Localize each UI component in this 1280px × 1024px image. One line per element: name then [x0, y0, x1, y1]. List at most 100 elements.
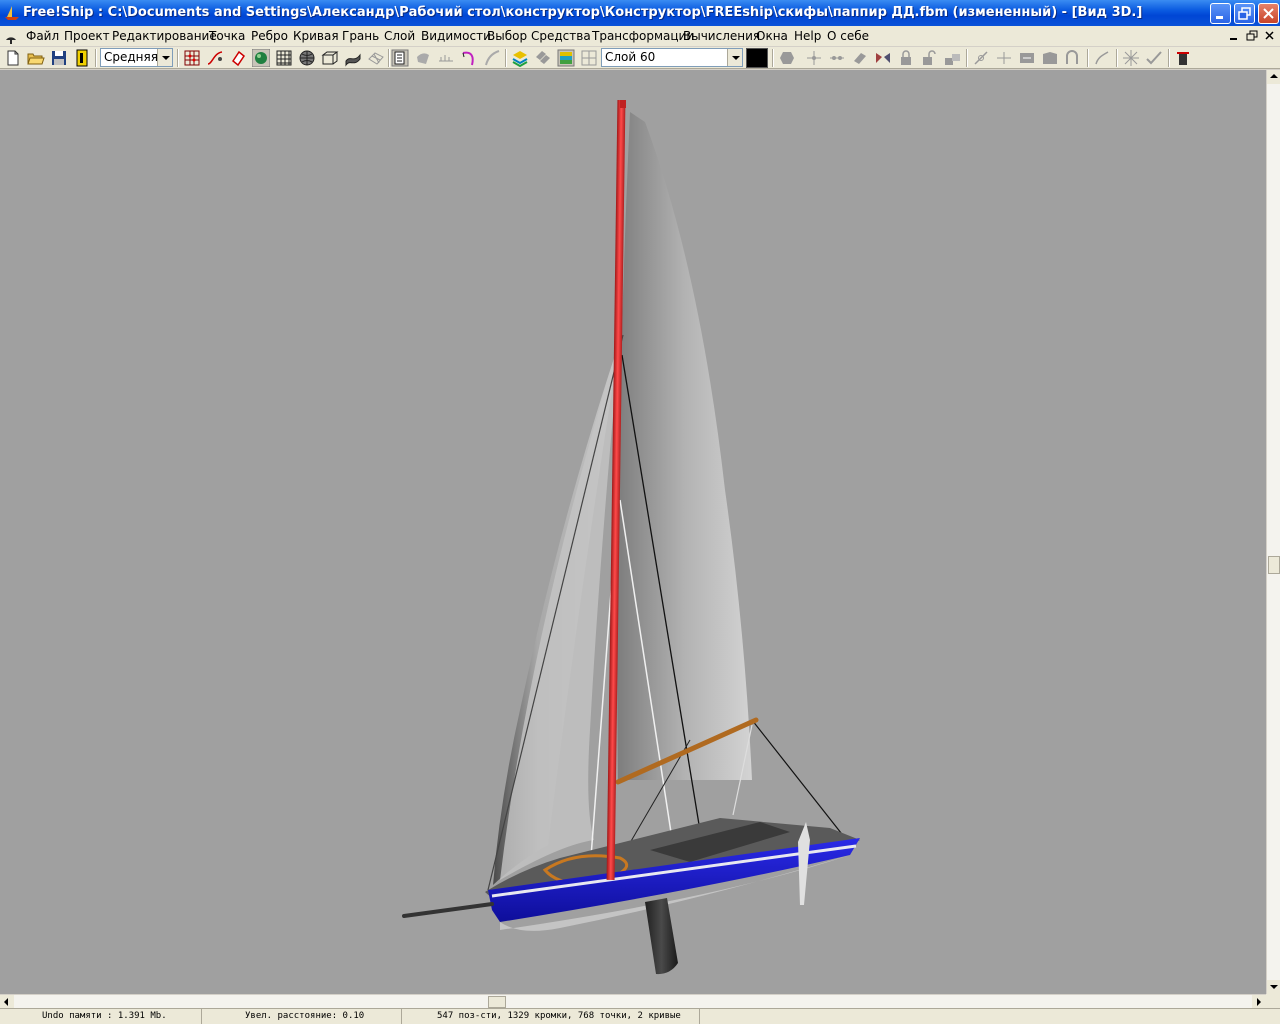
toolbar-separator: [1168, 49, 1170, 67]
extrude-icon[interactable]: [851, 49, 869, 67]
move-point-icon[interactable]: [805, 49, 823, 67]
lock-icon[interactable]: [897, 49, 915, 67]
eraser-icon[interactable]: [229, 49, 247, 67]
scroll-left-arrow-icon[interactable]: [0, 995, 14, 1009]
new-file-icon[interactable]: [4, 49, 22, 67]
mdi-minimize-button[interactable]: [1226, 29, 1242, 43]
toolbar-separator: [772, 49, 774, 67]
layer-grid-icon[interactable]: [580, 49, 598, 67]
status-counts-text: 547 поз-сти, 1329 кромки, 768 точки, 2 к…: [437, 1011, 681, 1021]
menu-file[interactable]: Файл: [26, 29, 59, 43]
scroll-up-arrow-icon[interactable]: [1267, 70, 1280, 84]
toolbar-separator: [388, 49, 390, 67]
insert-point-icon[interactable]: [828, 49, 846, 67]
horizontal-scrollbar[interactable]: [0, 994, 1266, 1009]
title-bar[interactable]: Free!Ship : C:\Documents and Settings\Ал…: [0, 0, 1280, 26]
menu-point[interactable]: Точка: [209, 29, 245, 43]
restore-icon: [1238, 7, 1251, 20]
horizontal-scroll-thumb[interactable]: [488, 996, 506, 1008]
crease-icon[interactable]: [1064, 49, 1082, 67]
precision-dropdown[interactable]: Средняя: [100, 48, 173, 67]
chevron-down-icon[interactable]: [157, 49, 172, 66]
mdi-minimize-icon: [1230, 38, 1237, 40]
menu-edge[interactable]: Ребро: [251, 29, 288, 43]
menu-help[interactable]: Help: [794, 29, 821, 43]
intersect-icon[interactable]: [1122, 49, 1140, 67]
delete-icon[interactable]: [1174, 49, 1192, 67]
mdi-restore-button[interactable]: [1244, 29, 1260, 43]
save-icon[interactable]: [50, 49, 68, 67]
mdi-close-button[interactable]: [1262, 29, 1278, 43]
toolbar-separator: [966, 49, 968, 67]
shading-sphere-icon[interactable]: [252, 49, 270, 67]
close-button[interactable]: [1258, 3, 1279, 24]
unlock-all-icon[interactable]: [943, 49, 961, 67]
toolbar: Средняя Слой 60: [0, 47, 1280, 69]
menu-face[interactable]: Грань: [342, 29, 379, 43]
vertical-scroll-thumb[interactable]: [1268, 556, 1280, 574]
menu-selection[interactable]: Выбор: [487, 29, 527, 43]
toolbar-separator: [1087, 49, 1089, 67]
shape-icon[interactable]: [414, 49, 432, 67]
hexagon-icon[interactable]: [778, 49, 796, 67]
document-ship-icon[interactable]: [3, 29, 19, 44]
status-bar: Undo памяти : 1.391 Mb. Увел. расстояние…: [0, 1008, 1280, 1024]
globe-icon[interactable]: [298, 49, 316, 67]
menu-calculations[interactable]: Вычисления: [683, 29, 760, 43]
bowsprit: [402, 902, 494, 918]
hydrostatics-icon[interactable]: [511, 49, 529, 67]
collapse-edge-icon[interactable]: [1018, 49, 1036, 67]
wireframe-box-icon[interactable]: [321, 49, 339, 67]
layer-color-swatch[interactable]: [746, 48, 768, 68]
minimize-button[interactable]: [1210, 3, 1231, 24]
scrollbar-corner: [1266, 994, 1280, 1008]
scroll-right-arrow-icon[interactable]: [1252, 995, 1266, 1009]
spline-icon[interactable]: [483, 49, 501, 67]
unlock-icon[interactable]: [920, 49, 938, 67]
status-distance-text: Увел. расстояние: 0.10: [245, 1011, 365, 1021]
flowlines-icon[interactable]: [437, 49, 455, 67]
window-title: Free!Ship : C:\Documents and Settings\Ал…: [23, 5, 1143, 20]
insert-edge-icon[interactable]: [995, 49, 1013, 67]
export-icon[interactable]: [73, 49, 91, 67]
new-face-icon[interactable]: [1041, 49, 1059, 67]
precision-value: Средняя: [104, 50, 158, 64]
control-net-icon[interactable]: [183, 49, 201, 67]
curve-edit-icon[interactable]: [206, 49, 224, 67]
menu-project[interactable]: Проект: [64, 29, 110, 43]
menu-bar: Файл Проект Редактирование Точка Ребро К…: [0, 26, 1280, 47]
layers-stack-icon[interactable]: [534, 49, 552, 67]
grid-icon[interactable]: [275, 49, 293, 67]
restore-button[interactable]: [1234, 3, 1255, 24]
menu-edit[interactable]: Редактирование: [112, 29, 217, 43]
status-undo-memory: Undo памяти : 1.391 Mb.: [0, 1009, 202, 1024]
keel-fin: [645, 898, 678, 975]
menu-curve[interactable]: Кривая: [293, 29, 339, 43]
menu-tools[interactable]: Средства: [531, 29, 591, 43]
close-icon: [1263, 8, 1274, 19]
split-edge-icon[interactable]: [972, 49, 990, 67]
layer-color-icon[interactable]: [557, 49, 575, 67]
sailboat-3d-model: [402, 99, 860, 975]
viewport-3d[interactable]: [0, 70, 1266, 994]
menu-transformations[interactable]: Трансформации: [592, 29, 694, 43]
mast-top: [620, 100, 626, 108]
layer-list-icon[interactable]: [391, 49, 409, 67]
new-curve-icon[interactable]: [1093, 49, 1111, 67]
curvature-icon[interactable]: [460, 49, 478, 67]
menu-about[interactable]: О себе: [827, 29, 869, 43]
open-folder-icon[interactable]: [27, 49, 45, 67]
vertical-scrollbar[interactable]: [1266, 70, 1280, 994]
toolbar-separator: [177, 49, 179, 67]
scroll-down-arrow-icon[interactable]: [1267, 980, 1280, 994]
mdi-close-icon: [1265, 31, 1274, 40]
layer-dropdown[interactable]: Слой 60: [601, 48, 743, 67]
menu-windows[interactable]: Окна: [756, 29, 788, 43]
mirror-icon[interactable]: [874, 49, 892, 67]
chevron-down-icon[interactable]: [727, 49, 742, 66]
menu-layer[interactable]: Слой: [384, 29, 415, 43]
menu-visibility[interactable]: Видимости: [421, 29, 491, 43]
hull-lines-icon[interactable]: [367, 49, 385, 67]
surface-icon[interactable]: [344, 49, 362, 67]
check-model-icon[interactable]: [1145, 49, 1163, 67]
